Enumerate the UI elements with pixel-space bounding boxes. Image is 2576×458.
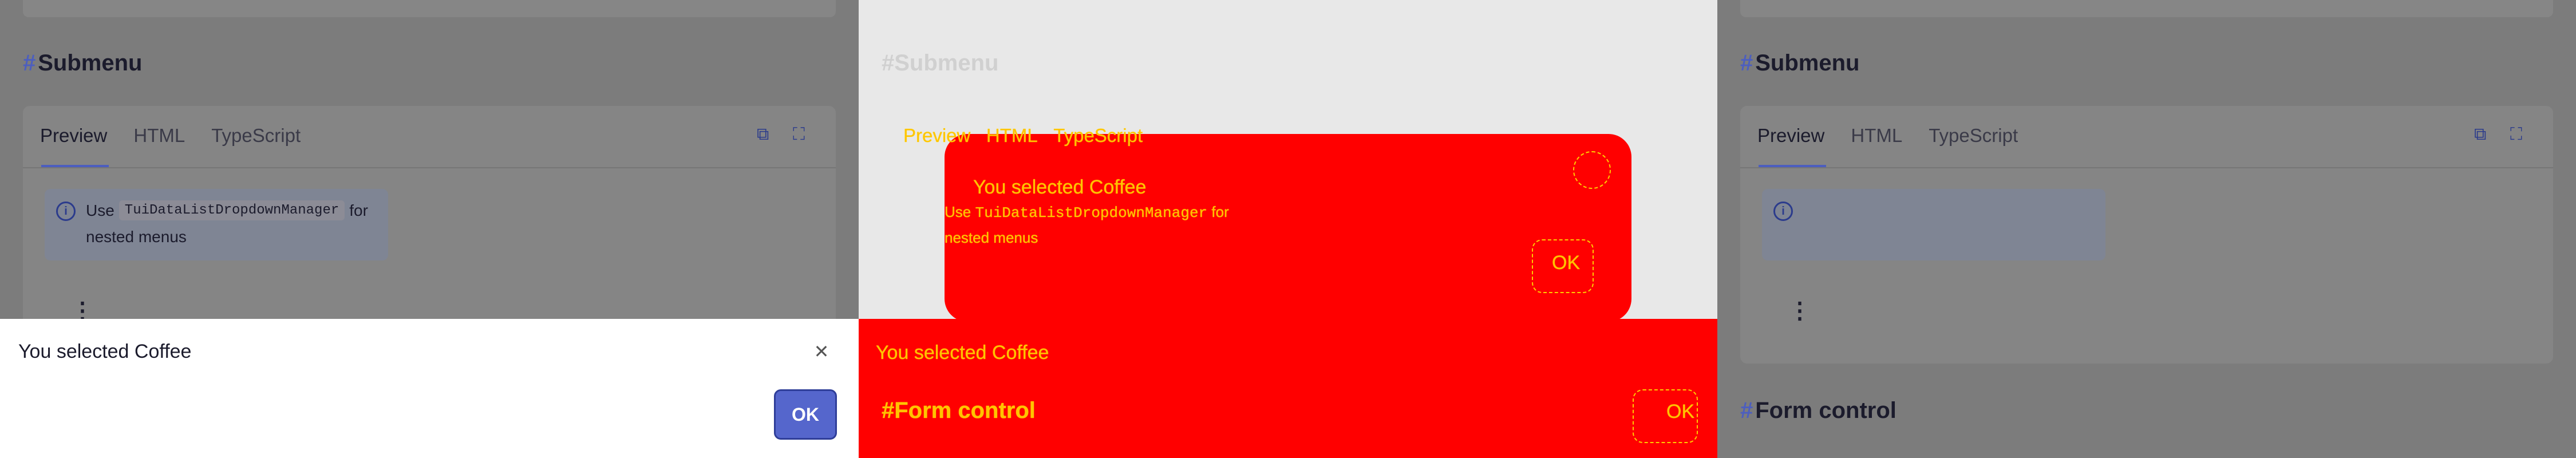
tabs-divider [1740, 167, 2553, 168]
diff-region-dialog [945, 134, 1631, 322]
diff-tabs: Preview HTML TypeScript [903, 125, 1143, 146]
diff-region-bottom [859, 319, 1717, 458]
diff-ok-bottom-box [1633, 389, 1698, 443]
open-in-new-icon[interactable]: ⧉ [2474, 125, 2486, 144]
tab-html[interactable]: HTML [133, 125, 185, 147]
panel-desktop: # Submenu Preview HTML TypeScript ⧉ ⛶ i ⋮… [1717, 0, 2576, 458]
tabs-divider [23, 167, 836, 168]
diff-ok-box [1532, 239, 1594, 293]
previous-card [1740, 0, 2553, 17]
panel-diff: #Submenu Preview HTML TypeScript You sel… [859, 0, 1717, 458]
anchor-hash[interactable]: # [1740, 50, 1753, 76]
info-note: i Use TuiDataListDropdownManager for neste… [45, 189, 388, 260]
panel-mobile: # Submenu Preview HTML TypeScript ⧉ ⛶ i U… [0, 0, 859, 458]
next-section-title: # Form control [1740, 398, 1897, 423]
note-code: TuiDataListDropdownManager [118, 200, 345, 220]
tab-typescript[interactable]: TypeScript [211, 125, 301, 147]
close-icon[interactable]: ✕ [805, 335, 838, 368]
tab-html[interactable]: HTML [1851, 125, 1902, 147]
diff-note-line2: nested menus [945, 229, 1038, 246]
ok-button[interactable]: OK [774, 389, 837, 440]
section-title: # Submenu [1740, 50, 1860, 76]
docs-page: # Submenu Preview HTML TypeScript ⧉ ⛶ i ⋮… [1717, 0, 2576, 458]
diff-next-section: #Form control [882, 398, 1036, 423]
diff-mobile-message: You selected Coffee [876, 342, 1049, 364]
dialog-message: You selected Coffee [18, 341, 192, 362]
diff-section-title: #Submenu [882, 50, 999, 76]
example-tabs: Preview HTML TypeScript [40, 125, 301, 147]
info-icon: i [56, 202, 76, 221]
anchor-hash[interactable]: # [23, 50, 35, 76]
info-icon: i [1773, 202, 1793, 221]
tab-typescript[interactable]: TypeScript [1929, 125, 2018, 147]
example-tabs: Preview HTML TypeScript [1757, 125, 2018, 147]
info-note: i [1762, 189, 2105, 260]
section-title: # Submenu [23, 50, 143, 76]
diff-close-icon [1573, 151, 1611, 189]
previous-card [23, 0, 836, 17]
tab-preview[interactable]: Preview [40, 125, 107, 147]
diff-dialog-message: You selected Coffee [973, 176, 1147, 198]
dialog: You selected Coffee ✕ OK [0, 319, 859, 458]
more-vertical-icon[interactable]: ⋮ [1788, 298, 1811, 324]
tab-preview[interactable]: Preview [1757, 125, 1824, 147]
fullscreen-icon[interactable]: ⛶ [2510, 125, 2522, 144]
open-in-new-icon[interactable]: ⧉ [757, 125, 769, 144]
fullscreen-icon[interactable]: ⛶ [793, 125, 805, 144]
anchor-hash[interactable]: # [1740, 398, 1753, 423]
diff-note: Use TuiDataListDropdownManager for [945, 203, 1229, 222]
